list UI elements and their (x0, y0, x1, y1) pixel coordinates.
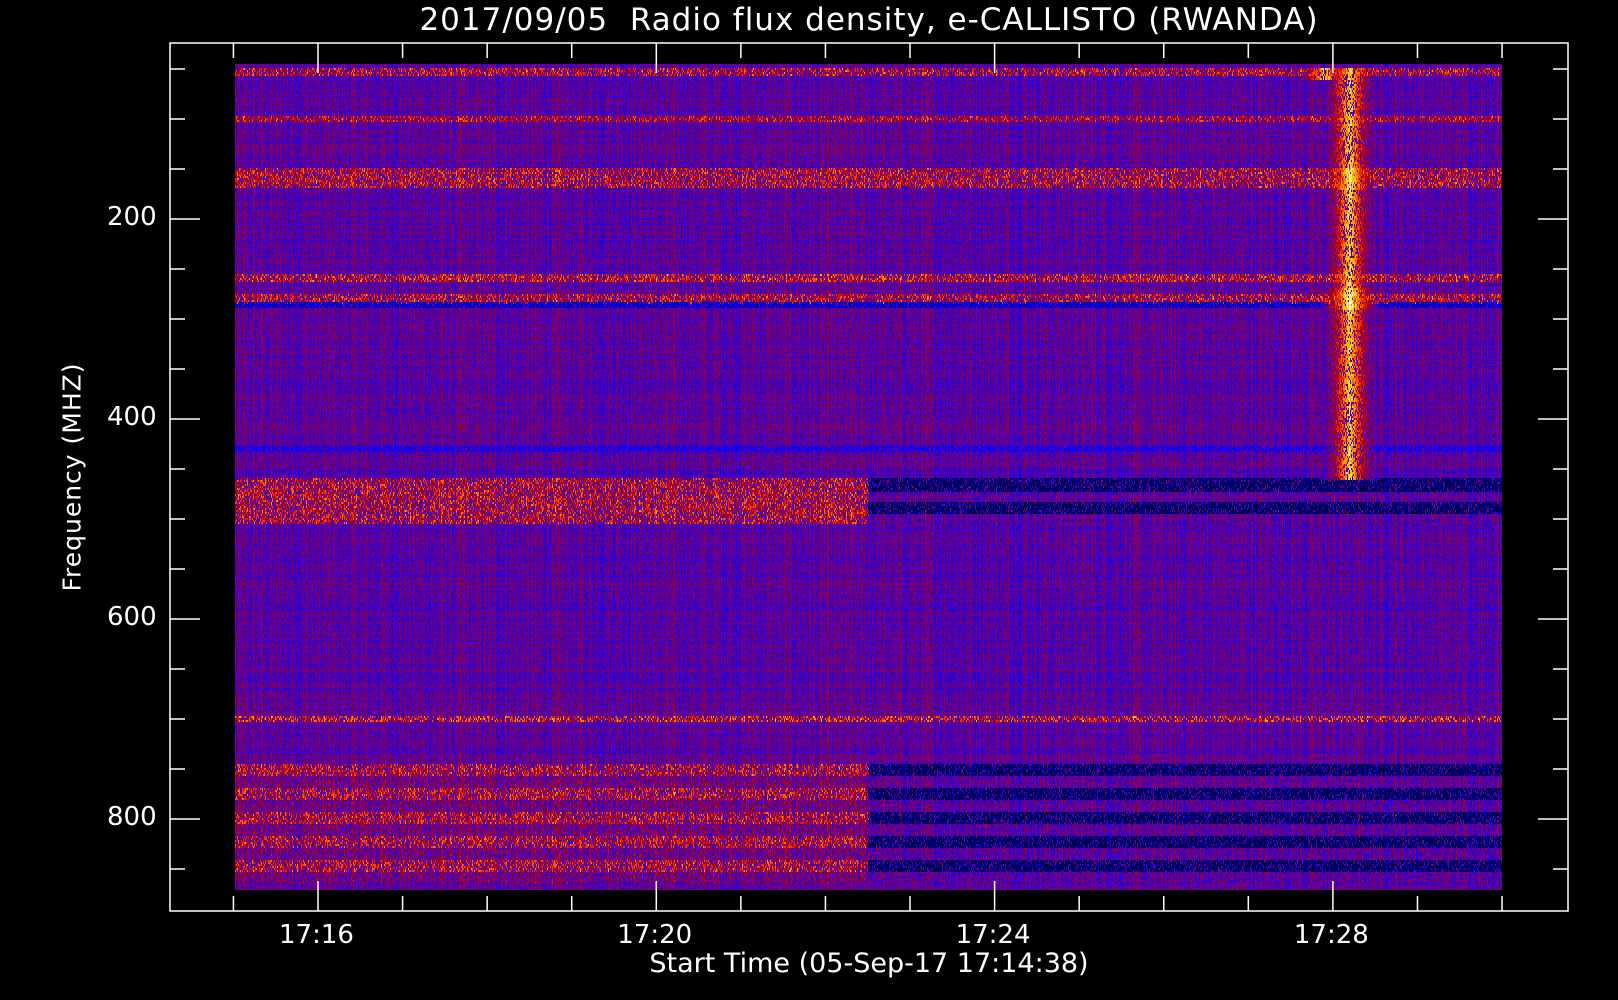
x-tick-label: 17:28 (1293, 920, 1369, 950)
y-tick-label: 800 (107, 802, 157, 832)
y-tick-label: 400 (107, 402, 157, 432)
y-tick-label: 600 (107, 602, 157, 632)
y-tick-label: 200 (107, 202, 157, 232)
axes-box (169, 42, 1569, 912)
x-tick-label: 17:20 (617, 920, 693, 950)
x-tick-label: 17:16 (279, 920, 354, 950)
x-tick-label: 17:24 (955, 920, 1031, 950)
plot-frame (169, 42, 1569, 912)
